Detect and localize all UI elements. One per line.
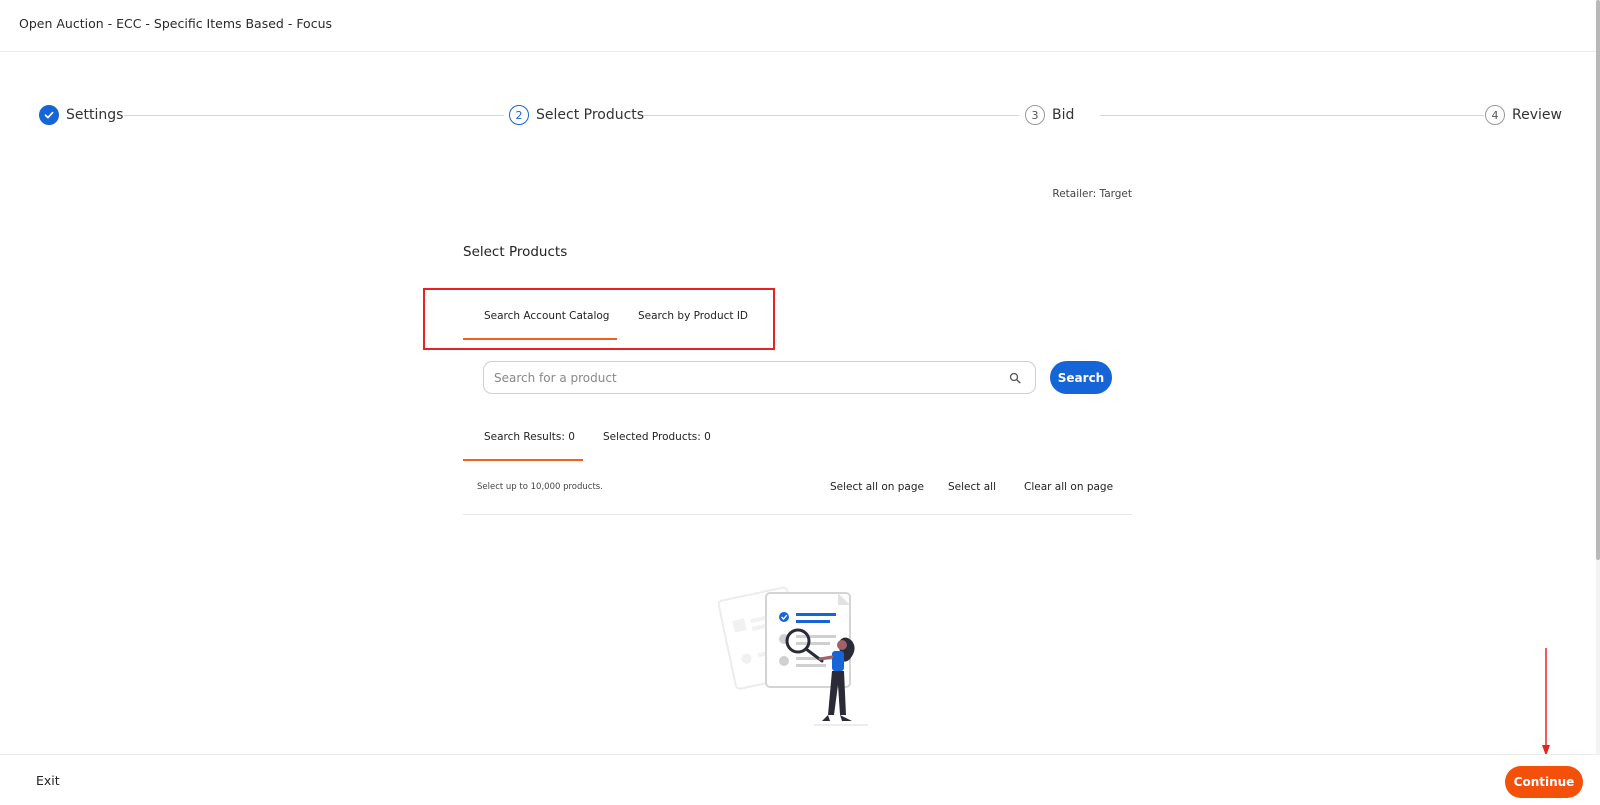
tab-search-by-product-id[interactable]: Search by Product ID bbox=[638, 310, 748, 322]
divider bbox=[463, 514, 1132, 515]
page-title: Open Auction - ECC - Specific Items Base… bbox=[19, 16, 333, 31]
tab-active-indicator bbox=[463, 338, 617, 340]
empty-search-illustration bbox=[718, 586, 868, 726]
tab-search-account-catalog[interactable]: Search Account Catalog bbox=[484, 310, 609, 322]
search-field[interactable] bbox=[483, 361, 1036, 394]
annotation-arrow-icon bbox=[1542, 648, 1550, 756]
step-number: 3 bbox=[1025, 105, 1045, 125]
step-number: 4 bbox=[1485, 105, 1505, 125]
step-label: Review bbox=[1512, 107, 1562, 123]
search-input[interactable] bbox=[494, 363, 994, 392]
checkmark-icon bbox=[39, 105, 59, 125]
step-label: Bid bbox=[1052, 107, 1075, 123]
clear-all-on-page-link[interactable]: Clear all on page bbox=[1024, 481, 1113, 493]
section-title: Select Products bbox=[463, 244, 568, 260]
progress-stepper: Settings 2 Select Products 3 Bid 4 Revie… bbox=[0, 100, 1600, 130]
top-bar: Open Auction - ECC - Specific Items Base… bbox=[0, 0, 1600, 52]
step-settings[interactable]: Settings bbox=[39, 104, 123, 126]
search-button[interactable]: Search bbox=[1050, 361, 1112, 394]
continue-button[interactable]: Continue bbox=[1505, 766, 1583, 798]
scrollbar-thumb[interactable] bbox=[1596, 0, 1600, 560]
tab-selected-products[interactable]: Selected Products: 0 bbox=[603, 431, 711, 443]
selection-limit-note: Select up to 10,000 products. bbox=[477, 482, 603, 492]
step-bid[interactable]: 3 Bid bbox=[1025, 104, 1074, 126]
step-review[interactable]: 4 Review bbox=[1485, 104, 1562, 126]
step-connector bbox=[641, 115, 1019, 116]
tab-search-results[interactable]: Search Results: 0 bbox=[484, 431, 575, 443]
footer-bar: Exit Continue bbox=[0, 754, 1600, 805]
select-all-on-page-link[interactable]: Select all on page bbox=[830, 481, 924, 493]
exit-button[interactable]: Exit bbox=[36, 773, 60, 788]
tab-active-indicator bbox=[463, 459, 583, 461]
step-select-products[interactable]: 2 Select Products bbox=[509, 104, 644, 126]
search-icon[interactable] bbox=[1009, 372, 1021, 384]
retailer-label: Retailer: Target bbox=[1052, 188, 1132, 200]
step-connector bbox=[124, 115, 504, 116]
step-connector bbox=[1100, 115, 1484, 116]
step-number: 2 bbox=[509, 105, 529, 125]
step-label: Settings bbox=[66, 107, 124, 123]
select-all-link[interactable]: Select all bbox=[948, 481, 996, 493]
step-label: Select Products bbox=[536, 107, 645, 123]
